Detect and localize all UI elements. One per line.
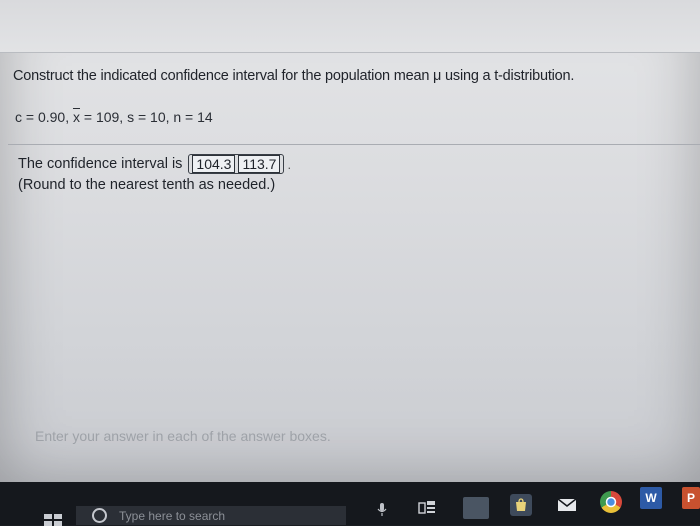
answer-intro: The confidence interval is bbox=[18, 156, 183, 172]
rounding-note: (Round to the nearest tenth as needed.) bbox=[18, 177, 276, 193]
interval-group: 104.3 113.7 bbox=[188, 154, 285, 174]
answer-line: The confidence interval is 104.3 113.7 . bbox=[18, 154, 291, 174]
task-view-icon[interactable] bbox=[418, 500, 436, 516]
given-values: c = 0.90, x = 109, s = 10, n = 14 bbox=[15, 109, 213, 125]
question-text: Construct the indicated confidence inter… bbox=[13, 68, 575, 84]
browser-screen: Construct the indicated confidence inter… bbox=[0, 0, 700, 482]
search-icon bbox=[92, 508, 107, 523]
file-explorer-icon[interactable] bbox=[463, 497, 489, 519]
givens-suffix: = 109, s = 10, n = 14 bbox=[79, 109, 213, 125]
store-icon[interactable] bbox=[510, 494, 532, 516]
windows-start-icon[interactable] bbox=[44, 514, 62, 526]
word-icon[interactable]: W bbox=[640, 487, 662, 509]
chrome-icon[interactable] bbox=[600, 491, 622, 513]
lower-bound-input[interactable]: 104.3 bbox=[192, 155, 236, 173]
section-divider bbox=[8, 144, 700, 145]
upper-bound-input[interactable]: 113.7 bbox=[238, 155, 281, 173]
powerpoint-icon[interactable]: P bbox=[682, 487, 700, 509]
sentence-period: . bbox=[287, 156, 292, 172]
givens-prefix: c = 0.90, bbox=[15, 109, 73, 125]
xbar-symbol: x bbox=[72, 109, 80, 125]
taskbar-search-input[interactable]: Type here to search bbox=[76, 506, 346, 525]
microphone-icon[interactable] bbox=[376, 503, 388, 517]
top-rule bbox=[0, 52, 700, 53]
mail-icon[interactable] bbox=[556, 494, 578, 516]
top-band bbox=[0, 0, 700, 52]
answer-instruction: Enter your answer in each of the answer … bbox=[35, 428, 331, 444]
search-placeholder: Type here to search bbox=[119, 508, 226, 523]
